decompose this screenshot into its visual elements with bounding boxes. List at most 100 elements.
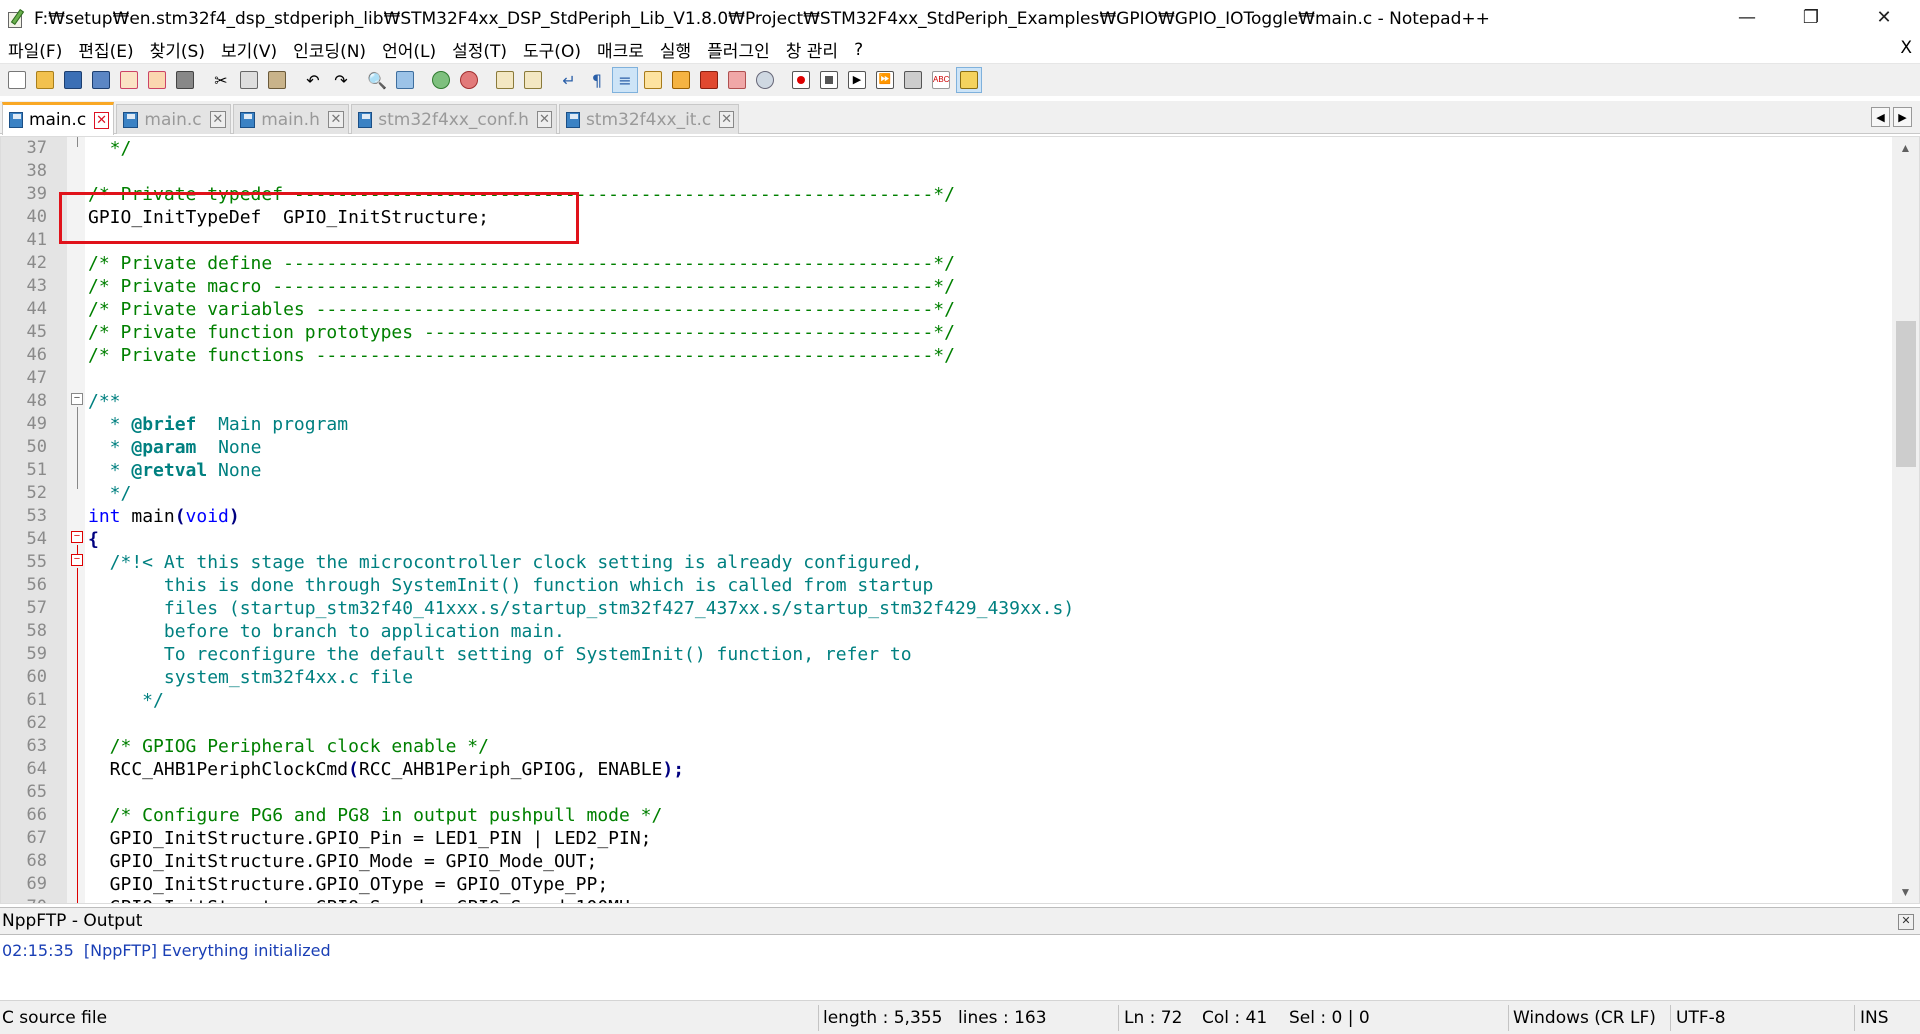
folder-workspace-icon[interactable]	[724, 67, 750, 93]
save-all-icon[interactable]	[88, 67, 114, 93]
code-line[interactable]: 38	[1, 160, 1881, 183]
tab-stm32f4xx-conf-h[interactable]: stm32f4xx_conf.h ✕	[351, 104, 557, 134]
close-output-icon[interactable]: ✕	[1898, 914, 1914, 930]
tab-scroll-left-icon[interactable]: ◀	[1871, 107, 1890, 127]
save-macro-icon[interactable]	[900, 67, 926, 93]
spell-check-icon[interactable]: ABC	[928, 67, 954, 93]
close-document-button[interactable]: X	[1900, 38, 1912, 58]
npp-ftp-icon[interactable]	[956, 67, 982, 93]
code-line[interactable]: 66 /* Configure PG6 and PG8 in output pu…	[1, 804, 1881, 827]
code-line[interactable]: 49 * @brief Main program	[1, 413, 1881, 436]
menu-file[interactable]: 파일(F)	[0, 37, 70, 62]
scroll-up-icon[interactable]: ▲	[1892, 137, 1919, 159]
menu-window[interactable]: 창 관리	[778, 37, 846, 62]
code-line[interactable]: 61 */	[1, 689, 1881, 712]
code-line[interactable]: 65	[1, 781, 1881, 804]
code-line[interactable]: 57 files (startup_stm32f40_41xxx.s/start…	[1, 597, 1881, 620]
code-line[interactable]: 67 GPIO_InitStructure.GPIO_Pin = LED1_PI…	[1, 827, 1881, 850]
code-line[interactable]: 50 * @param None	[1, 436, 1881, 459]
language-define-icon[interactable]	[640, 67, 666, 93]
status-encoding[interactable]: UTF-8	[1676, 1001, 1726, 1034]
code-line[interactable]: 48 /**	[1, 390, 1881, 413]
print-icon[interactable]	[172, 67, 198, 93]
menu-tools[interactable]: 도구(O)	[515, 37, 589, 62]
close-window-button[interactable]: ✕	[1855, 0, 1913, 34]
scrollbar-thumb[interactable]	[1896, 321, 1916, 467]
close-icon[interactable]	[116, 67, 142, 93]
code-line[interactable]: 46 /* Private functions -----------------…	[1, 344, 1881, 367]
tab-main-c[interactable]: main.c ✕	[116, 104, 231, 134]
code-line[interactable]: 70 GPIO_InitStructure.GPIO_Speed = GPIO_…	[1, 896, 1881, 903]
cut-icon[interactable]: ✂	[208, 67, 234, 93]
status-insert-mode[interactable]: INS	[1860, 1001, 1889, 1034]
status-eol[interactable]: Windows (CR LF)	[1513, 1001, 1656, 1034]
code-line[interactable]: 58 before to branch to application main.	[1, 620, 1881, 643]
code-line[interactable]: 55 /*!< At this stage the microcontrolle…	[1, 551, 1881, 574]
code-line[interactable]: 64 RCC_AHB1PeriphClockCmd(RCC_AHB1Periph…	[1, 758, 1881, 781]
menu-search[interactable]: 찾기(S)	[142, 37, 213, 62]
tab-stm32f4xx-it-c[interactable]: stm32f4xx_it.c ✕	[559, 104, 739, 134]
code-line[interactable]: 53 int main(void)	[1, 505, 1881, 528]
menu-macro[interactable]: 매크로	[589, 37, 652, 62]
zoom-in-icon[interactable]	[428, 67, 454, 93]
close-tab-icon[interactable]: ✕	[536, 111, 552, 128]
zoom-out-icon[interactable]	[456, 67, 482, 93]
close-tab-icon[interactable]: ✕	[94, 111, 109, 129]
word-wrap-icon[interactable]: ↵	[556, 67, 582, 93]
code-line[interactable]: 63 /* GPIOG Peripheral clock enable */	[1, 735, 1881, 758]
close-tab-icon[interactable]: ✕	[209, 111, 226, 128]
doc-map-icon[interactable]	[668, 67, 694, 93]
tab-main-h[interactable]: main.h ✕	[233, 104, 349, 134]
stop-record-icon[interactable]	[816, 67, 842, 93]
show-all-chars-icon[interactable]: ¶	[584, 67, 610, 93]
menu-view[interactable]: 보기(V)	[213, 37, 285, 62]
new-file-icon[interactable]	[4, 67, 30, 93]
open-file-icon[interactable]	[32, 67, 58, 93]
fold-toggle-icon[interactable]: −	[71, 393, 83, 405]
menu-settings[interactable]: 설정(T)	[444, 37, 515, 62]
play-macro-icon[interactable]: ▶	[844, 67, 870, 93]
tab-scroll-right-icon[interactable]: ▶	[1893, 107, 1912, 127]
code-line[interactable]: 42 /* Private define --------------------…	[1, 252, 1881, 275]
indent-guide-icon[interactable]: ≡	[612, 67, 638, 93]
function-list-icon[interactable]	[696, 67, 722, 93]
code-line[interactable]: 54 {	[1, 528, 1881, 551]
code-line[interactable]: 44 /* Private variables -----------------…	[1, 298, 1881, 321]
code-editor[interactable]: 37 */38 39/* Private typedef ------------…	[0, 136, 1920, 904]
redo-icon[interactable]: ↷	[328, 67, 354, 93]
code-line[interactable]: 52 */	[1, 482, 1881, 505]
menu-plugins[interactable]: 플러그인	[699, 37, 778, 62]
scroll-down-icon[interactable]: ▼	[1892, 881, 1919, 903]
code-line[interactable]: 45 /* Private function prototypes -------…	[1, 321, 1881, 344]
save-icon[interactable]	[60, 67, 86, 93]
run-macro-multiple-icon[interactable]: ⏩	[872, 67, 898, 93]
close-tab-icon[interactable]: ✕	[327, 111, 344, 128]
monitor-icon[interactable]	[752, 67, 778, 93]
code-line[interactable]: 43 /* Private macro ---------------------…	[1, 275, 1881, 298]
code-line[interactable]: 47	[1, 367, 1881, 390]
paste-icon[interactable]	[264, 67, 290, 93]
copy-icon[interactable]	[236, 67, 262, 93]
close-all-icon[interactable]	[144, 67, 170, 93]
menu-help[interactable]: ?	[846, 40, 871, 60]
code-line[interactable]: 69 GPIO_InitStructure.GPIO_OType = GPIO_…	[1, 873, 1881, 896]
menu-language[interactable]: 언어(L)	[374, 37, 444, 62]
menu-encoding[interactable]: 인코딩(N)	[285, 37, 374, 62]
sync-vertical-icon[interactable]	[492, 67, 518, 93]
maximize-button[interactable]: ❐	[1782, 0, 1840, 34]
find-icon[interactable]: 🔍	[364, 67, 390, 93]
vertical-scrollbar[interactable]: ▲ ▼	[1892, 137, 1919, 903]
record-macro-icon[interactable]	[788, 67, 814, 93]
fold-toggle-icon[interactable]: −	[71, 554, 83, 566]
code-line[interactable]: 68 GPIO_InitStructure.GPIO_Mode = GPIO_M…	[1, 850, 1881, 873]
code-line[interactable]: 51 * @retval None	[1, 459, 1881, 482]
tab-main-c-active[interactable]: main.c ✕	[2, 102, 114, 135]
code-line[interactable]: 59 To reconfigure the default setting of…	[1, 643, 1881, 666]
code-line[interactable]: 56 this is done through SystemInit() fun…	[1, 574, 1881, 597]
sync-horizontal-icon[interactable]	[520, 67, 546, 93]
undo-icon[interactable]: ↶	[300, 67, 326, 93]
replace-icon[interactable]	[392, 67, 418, 93]
close-tab-icon[interactable]: ✕	[719, 111, 734, 128]
menu-edit[interactable]: 편집(E)	[70, 37, 141, 62]
code-line[interactable]: 62	[1, 712, 1881, 735]
